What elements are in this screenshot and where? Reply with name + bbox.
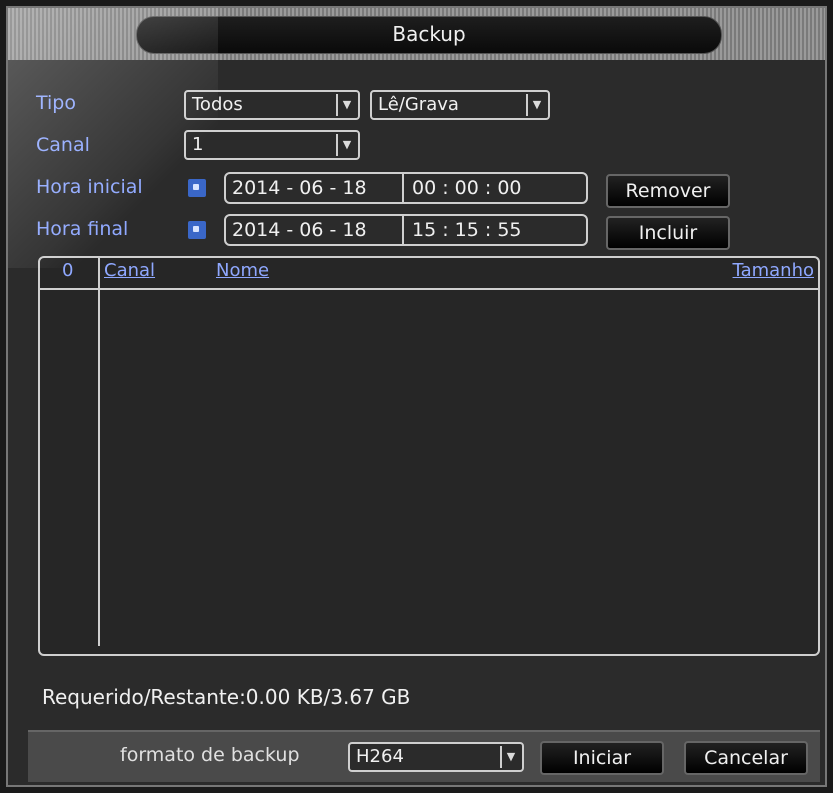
tipo-select[interactable]: Todos ▼ bbox=[184, 90, 360, 120]
backup-format-value: H264 bbox=[356, 746, 404, 767]
mode-select[interactable]: Lê/Grava ▼ bbox=[370, 90, 550, 120]
backup-window: Backup Tipo Todos ▼ Lê/Grava ▼ Canal 1 ▼… bbox=[6, 6, 827, 787]
hora-inicial-time: 00 : 00 : 00 bbox=[412, 177, 522, 199]
chevron-down-icon: ▼ bbox=[526, 94, 546, 116]
bottom-bar: formato de backup H264 ▼ Iniciar Cancela… bbox=[28, 730, 820, 782]
iniciar-button[interactable]: Iniciar bbox=[540, 741, 664, 775]
column-canal-header[interactable]: Canal bbox=[104, 260, 155, 281]
hora-inicial-label: Hora inicial bbox=[36, 176, 143, 198]
incluir-button[interactable]: Incluir bbox=[606, 216, 730, 250]
tipo-select-value: Todos bbox=[192, 94, 243, 115]
hora-final-date: 2014 - 06 - 18 bbox=[230, 216, 404, 244]
column-index-header: 0 bbox=[62, 260, 74, 281]
list-column-divider bbox=[98, 258, 100, 646]
canal-select-value: 1 bbox=[192, 134, 204, 155]
hora-inicial-checkbox[interactable] bbox=[188, 179, 206, 197]
column-tamanho-header[interactable]: Tamanho bbox=[733, 260, 814, 281]
canal-label: Canal bbox=[36, 134, 90, 156]
title-bar: Backup bbox=[8, 8, 825, 60]
remover-button[interactable]: Remover bbox=[606, 174, 730, 208]
hora-inicial-date: 2014 - 06 - 18 bbox=[230, 174, 404, 202]
chevron-down-icon: ▼ bbox=[336, 94, 356, 116]
hora-final-time: 15 : 15 : 55 bbox=[412, 219, 522, 241]
column-nome-header[interactable]: Nome bbox=[216, 260, 269, 281]
mode-select-value: Lê/Grava bbox=[378, 94, 459, 115]
status-requirement: Requerido/Restante:0.00 KB/3.67 GB bbox=[42, 685, 411, 709]
hora-final-label: Hora final bbox=[36, 218, 129, 240]
backup-format-label: formato de backup bbox=[120, 744, 300, 766]
chevron-down-icon: ▼ bbox=[336, 134, 356, 156]
list-header: 0 Canal Nome Tamanho bbox=[40, 258, 818, 290]
file-list[interactable]: 0 Canal Nome Tamanho bbox=[38, 256, 820, 656]
backup-format-select[interactable]: H264 ▼ bbox=[348, 742, 524, 772]
hora-final-field[interactable]: 2014 - 06 - 18 15 : 15 : 55 bbox=[224, 214, 588, 246]
cancelar-button[interactable]: Cancelar bbox=[684, 741, 808, 775]
hora-inicial-field[interactable]: 2014 - 06 - 18 00 : 00 : 00 bbox=[224, 172, 588, 204]
window-title: Backup bbox=[136, 16, 722, 54]
canal-select[interactable]: 1 ▼ bbox=[184, 130, 360, 160]
hora-final-checkbox[interactable] bbox=[188, 221, 206, 239]
tipo-label: Tipo bbox=[36, 92, 76, 114]
chevron-down-icon: ▼ bbox=[500, 746, 520, 768]
